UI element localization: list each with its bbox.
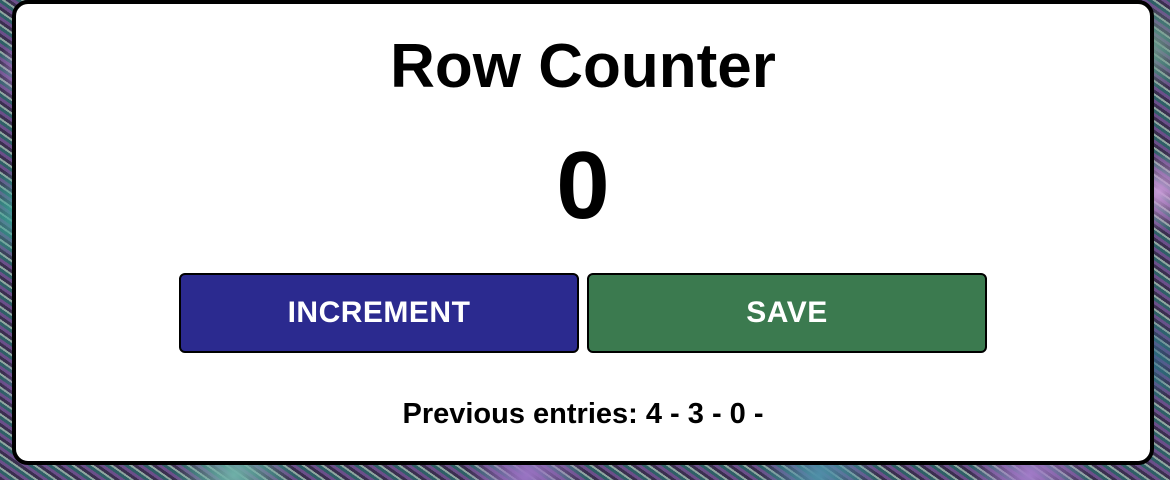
save-button[interactable]: SAVE bbox=[587, 273, 987, 353]
row-counter-card: Row Counter 0 INCREMENT SAVE Previous en… bbox=[12, 0, 1154, 465]
increment-button[interactable]: INCREMENT bbox=[179, 273, 579, 353]
button-row: INCREMENT SAVE bbox=[179, 273, 989, 353]
previous-entries: Previous entries: 4 - 3 - 0 - bbox=[402, 398, 764, 430]
page-title: Row Counter bbox=[390, 32, 776, 101]
counter-value: 0 bbox=[556, 132, 610, 239]
